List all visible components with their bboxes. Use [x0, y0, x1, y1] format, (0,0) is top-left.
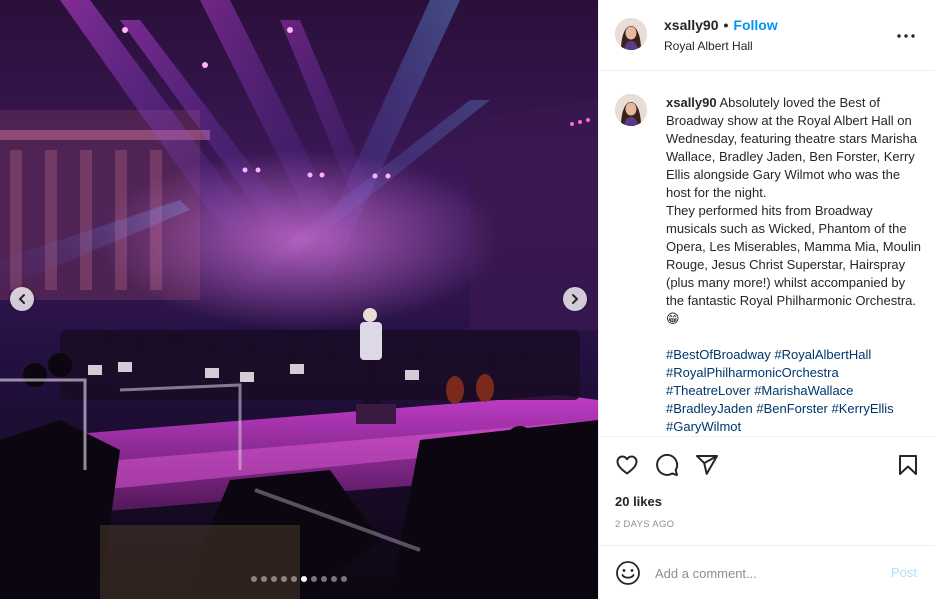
carousel-dot-active	[301, 576, 307, 582]
username[interactable]: xsally90	[664, 17, 719, 33]
profile-picture	[615, 18, 647, 50]
caption-section: xsally90 Absolutely loved the Best of Br…	[599, 72, 935, 436]
avatar[interactable]	[615, 18, 647, 50]
carousel-dot	[321, 576, 327, 582]
emoji-button[interactable]	[615, 560, 641, 586]
comment-button[interactable]	[653, 451, 681, 479]
carousel-dot	[271, 576, 277, 582]
save-button[interactable]	[894, 451, 922, 479]
hashtag-link[interactable]: #RoyalPhilharmonicOrchestra	[666, 365, 839, 380]
follow-button[interactable]: Follow	[733, 17, 777, 33]
location-link[interactable]: Royal Albert Hall	[664, 39, 753, 53]
post-header: xsally90 • Follow Royal Albert Hall	[599, 0, 935, 71]
carousel-dot	[341, 576, 347, 582]
profile-picture	[615, 94, 647, 126]
carousel-dot	[251, 576, 257, 582]
hashtag-link[interactable]: #GaryWilmot	[666, 419, 741, 434]
separator-dot: •	[723, 17, 729, 33]
like-button[interactable]	[613, 451, 641, 479]
post-comment-button[interactable]: Post	[891, 565, 917, 580]
post-side-panel: xsally90 • Follow Royal Albert Hall xsally…	[598, 0, 935, 599]
more-options-icon	[897, 34, 915, 38]
carousel-indicator	[251, 576, 347, 582]
previous-photo-button[interactable]	[10, 287, 34, 311]
post-timestamp[interactable]: 2 DAYS AGO	[615, 519, 674, 530]
hashtag-link[interactable]: #BenForster	[756, 401, 828, 416]
carousel-dot	[311, 576, 317, 582]
action-bar: 20 likes 2 DAYS AGO	[599, 436, 935, 546]
chevron-left-icon	[18, 294, 25, 304]
hashtag-link[interactable]: #RoyalAlbertHall	[774, 347, 871, 362]
carousel-dot	[331, 576, 337, 582]
caption-username[interactable]: xsally90	[666, 95, 717, 110]
hashtag-link[interactable]: #MarishaWallace	[754, 383, 853, 398]
hashtag-list: #BestOfBroadway #RoyalAlbertHall #RoyalP…	[666, 346, 922, 436]
next-photo-button[interactable]	[563, 287, 587, 311]
share-button[interactable]	[693, 451, 721, 479]
paper-plane-icon	[696, 455, 718, 475]
hashtag-link[interactable]: #TheatreLover	[666, 383, 751, 398]
hashtag-link[interactable]: #BestOfBroadway	[666, 347, 771, 362]
bookmark-icon	[899, 455, 917, 475]
caption-body: Absolutely loved the Best of Broadway sh…	[666, 95, 922, 326]
post-photo[interactable]	[0, 0, 598, 599]
heart-icon	[616, 455, 638, 475]
carousel-dot	[261, 576, 267, 582]
caption-text: xsally90 Absolutely loved the Best of Br…	[666, 94, 922, 328]
carousel-dot	[281, 576, 287, 582]
chevron-right-icon	[572, 294, 579, 304]
emoji-icon	[616, 561, 640, 585]
more-options-button[interactable]	[894, 24, 918, 48]
likes-count[interactable]: 20 likes	[615, 494, 662, 509]
hashtag-link[interactable]: #BradleyJaden	[666, 401, 753, 416]
hashtag-link[interactable]: #KerryEllis	[832, 401, 894, 416]
concert-photo	[0, 0, 598, 599]
avatar[interactable]	[615, 94, 647, 126]
comment-icon	[656, 453, 679, 476]
comment-input[interactable]	[655, 563, 885, 583]
comment-bar: Post	[599, 547, 935, 599]
carousel-dot	[291, 576, 297, 582]
